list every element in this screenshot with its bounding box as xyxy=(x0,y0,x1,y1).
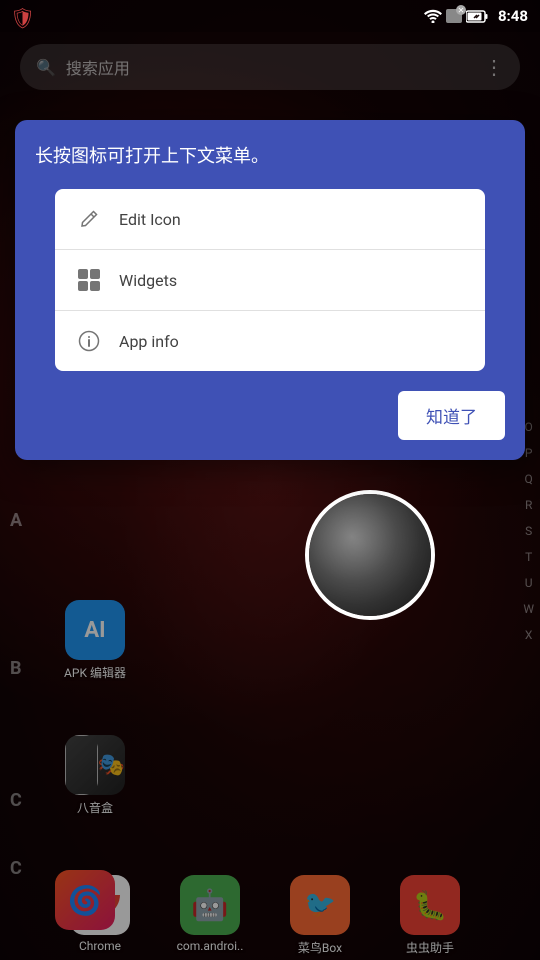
menu-item-app-info[interactable]: App info xyxy=(55,311,485,371)
circular-image-overlay xyxy=(305,490,435,620)
info-icon xyxy=(75,327,103,355)
app-info-label: App info xyxy=(119,332,179,351)
widgets-label: Widgets xyxy=(119,271,177,290)
got-it-button[interactable]: 知道了 xyxy=(398,391,505,440)
menu-item-edit-icon[interactable]: Edit Icon xyxy=(55,189,485,250)
status-time: 8:48 xyxy=(498,7,528,25)
widgets-icon xyxy=(75,266,103,294)
status-icons: ✕ 8:48 xyxy=(424,7,528,25)
battery-icon xyxy=(466,10,488,23)
tooltip-dialog: 长按图标可打开上下文菜单。 Edit Icon xyxy=(15,120,525,460)
status-bar: ✕ 8:48 xyxy=(0,0,540,32)
menu-item-widgets[interactable]: Widgets xyxy=(55,250,485,311)
tooltip-hint-text: 长按图标可打开上下文菜单。 xyxy=(35,144,505,169)
edit-icon xyxy=(75,205,103,233)
context-menu-card: Edit Icon Widgets xyxy=(55,189,485,371)
sim-signal-icon: ✕ xyxy=(446,9,462,23)
edit-icon-label: Edit Icon xyxy=(119,210,181,229)
wifi-icon xyxy=(424,9,442,23)
